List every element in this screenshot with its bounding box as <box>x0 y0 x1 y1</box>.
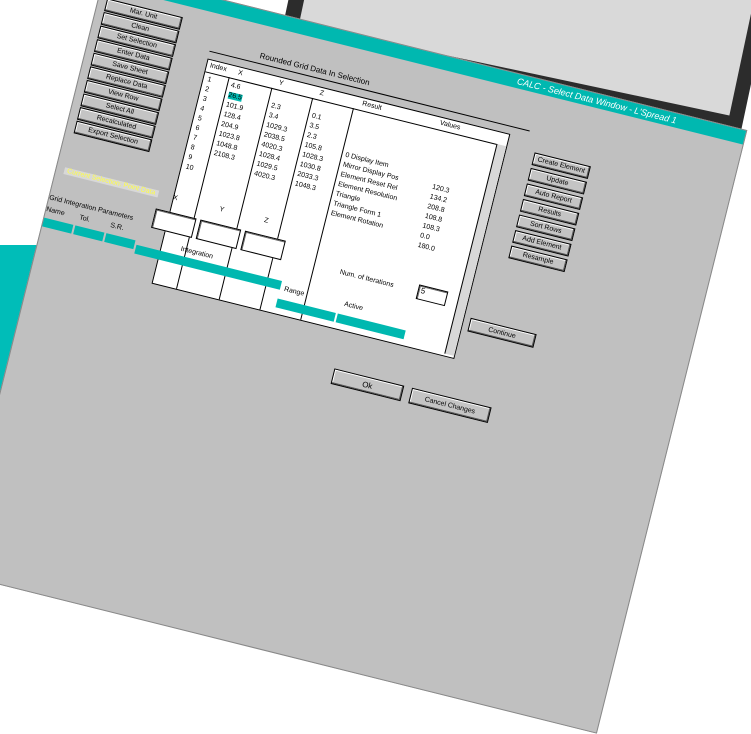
grid-row-index[interactable]: 6 <box>195 125 200 133</box>
current-selection-label: Current Selection: Point Data <box>63 167 159 198</box>
ok-button[interactable]: Ok <box>330 368 405 402</box>
grid-cell[interactable]: 208.8 <box>427 203 446 214</box>
param-tol-field[interactable] <box>73 225 105 242</box>
grid-header-x: X <box>237 69 244 78</box>
grid-row-index[interactable]: 5 <box>197 115 202 123</box>
param-col-name: Name <box>45 206 66 218</box>
param-sr-field[interactable] <box>104 233 136 250</box>
grid-cell[interactable]: 26.5 <box>227 91 243 102</box>
grid-row-index[interactable]: 8 <box>190 144 195 152</box>
grid-row-index[interactable]: 7 <box>192 134 197 142</box>
grid-row-index[interactable]: 3 <box>202 96 207 104</box>
grid-cell[interactable]: 3.5 <box>309 122 320 131</box>
grid-cell[interactable]: 0.1 <box>311 112 322 121</box>
grid-cell[interactable]: 1048.3 <box>294 180 316 192</box>
grid-cell[interactable]: 2.3 <box>306 132 317 141</box>
grid-cell[interactable]: 4020.3 <box>253 170 275 182</box>
param-col-sr: S.R. <box>109 221 125 233</box>
grid-header-index: Index <box>209 62 228 74</box>
grid-row-index[interactable]: 9 <box>187 154 192 162</box>
grid-row-index[interactable]: 1 <box>207 76 212 84</box>
integration-section-label: Grid Integration Parameters <box>48 194 134 223</box>
grid-cell[interactable]: 2.3 <box>270 102 281 111</box>
grid-cell[interactable]: 3.4 <box>268 112 279 121</box>
grid-cell[interactable]: 204.9 <box>220 121 239 132</box>
grid-cell[interactable]: 108.8 <box>424 213 443 224</box>
grid-header-y: Y <box>278 79 285 88</box>
grid-cell[interactable]: 128.4 <box>223 111 242 122</box>
grid-header-z: Z <box>318 89 325 98</box>
grid-cell[interactable]: 4.6 <box>230 82 241 91</box>
grid-cell[interactable]: 2108.3 <box>213 150 235 162</box>
grid-cell[interactable]: 0.0 <box>419 232 430 241</box>
grid-cell[interactable]: 120.3 <box>431 184 450 195</box>
continue-button[interactable]: Continue <box>467 317 537 348</box>
grid-cell[interactable]: 108.3 <box>422 223 441 234</box>
grid-row-index[interactable]: 10 <box>185 163 194 172</box>
param-col-tol: Tol. <box>78 214 91 224</box>
grid-cell[interactable]: 101.9 <box>225 101 244 112</box>
grid-cell[interactable]: 105.8 <box>304 142 323 153</box>
param-name-field[interactable] <box>42 217 74 234</box>
grid-row-index[interactable]: 2 <box>204 86 209 94</box>
dialog-window: CALC - Select Data Window - L'Spread 1 M… <box>0 0 748 734</box>
grid-cell[interactable]: 180.0 <box>417 242 436 253</box>
grid-row-index[interactable]: 4 <box>199 105 204 113</box>
grid-cell[interactable]: 134.2 <box>429 193 448 204</box>
cancel-button[interactable]: Cancel Changes <box>408 387 492 424</box>
